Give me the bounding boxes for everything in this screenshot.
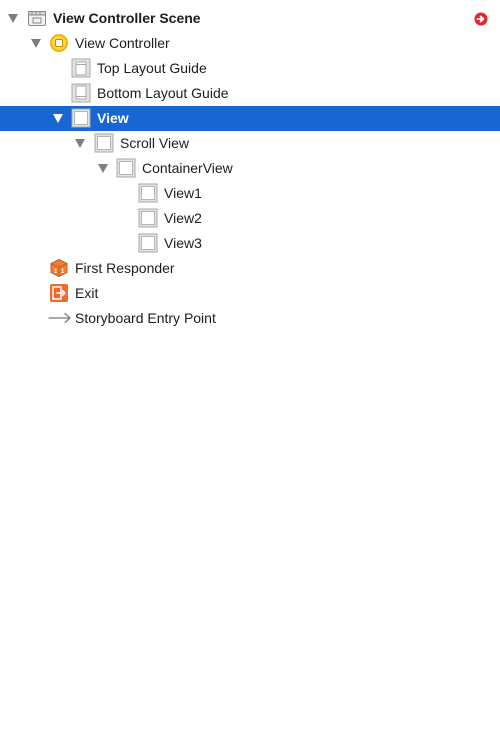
disclosure-triangle-icon[interactable] <box>75 139 85 148</box>
view-icon <box>94 133 114 153</box>
outline-label: ContainerView <box>142 160 233 176</box>
exit-icon <box>49 283 69 303</box>
outline-row-top-layout-guide[interactable]: Top Layout Guide <box>0 56 500 81</box>
outline-row-bottom-layout-guide[interactable]: Bottom Layout Guide <box>0 81 500 106</box>
first-responder-icon: 1 1 <box>49 258 69 278</box>
outline-label: View2 <box>164 210 202 226</box>
outline-label: Scroll View <box>120 135 189 151</box>
disclosure-triangle-icon[interactable] <box>8 14 18 23</box>
outline-row-container-view[interactable]: ContainerView <box>0 156 500 181</box>
layout-guide-icon <box>71 58 91 78</box>
outline-row-first-responder[interactable]: 1 1 First Responder <box>0 256 500 281</box>
outline-label: View <box>97 110 129 126</box>
outline-row-view-controller[interactable]: View Controller <box>0 31 500 56</box>
view-icon <box>138 183 158 203</box>
view-controller-icon <box>49 33 69 53</box>
scene-icon <box>27 8 47 28</box>
outline-label: Bottom Layout Guide <box>97 85 229 101</box>
view-icon <box>138 233 158 253</box>
disclosure-triangle-icon[interactable] <box>31 39 41 48</box>
outline-row-view1[interactable]: View1 <box>0 181 500 206</box>
view-icon <box>71 108 91 128</box>
outline-label: View1 <box>164 185 202 201</box>
outline-row-view2[interactable]: View2 <box>0 206 500 231</box>
outline-row-view[interactable]: View <box>0 106 500 131</box>
outline-label: View Controller <box>75 35 170 51</box>
layout-guide-icon <box>71 83 91 103</box>
view-icon <box>138 208 158 228</box>
outline-label: Top Layout Guide <box>97 60 207 76</box>
warning-arrow-icon[interactable] <box>474 12 488 26</box>
outline-row-view3[interactable]: View3 <box>0 231 500 256</box>
scene-title: View Controller Scene <box>53 10 201 26</box>
outline-row-storyboard-entry-point[interactable]: Storyboard Entry Point <box>0 306 500 331</box>
outline-row-exit[interactable]: Exit <box>0 281 500 306</box>
disclosure-triangle-icon[interactable] <box>98 164 108 173</box>
outline-label: Exit <box>75 285 99 301</box>
outline-label: First Responder <box>75 260 175 276</box>
document-outline: View Controller Scene View Controller To… <box>0 6 500 331</box>
outline-label: View3 <box>164 235 202 251</box>
view-icon <box>116 158 136 178</box>
disclosure-triangle-icon[interactable] <box>53 114 63 123</box>
outline-row-scroll-view[interactable]: Scroll View <box>0 131 500 156</box>
outline-label: Storyboard Entry Point <box>75 310 216 326</box>
outline-row-view-controller-scene[interactable]: View Controller Scene <box>0 6 500 31</box>
arrow-right-icon <box>48 308 72 328</box>
